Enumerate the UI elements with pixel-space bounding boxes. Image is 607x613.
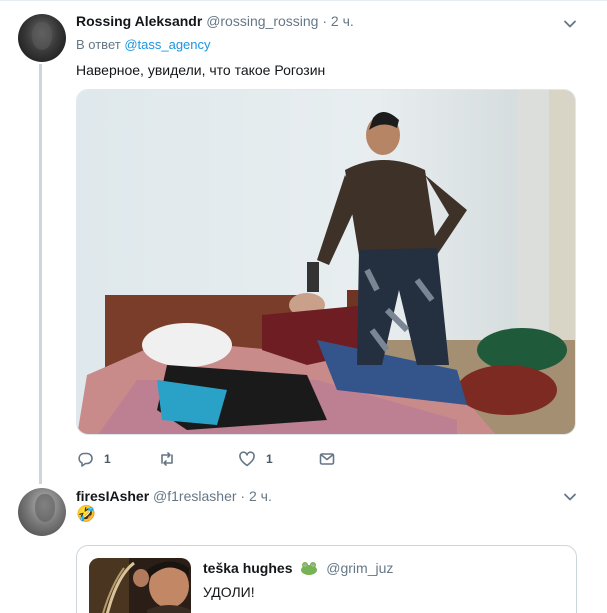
reply-icon bbox=[78, 452, 93, 467]
tweet-timestamp[interactable]: 2 ч. bbox=[249, 488, 272, 504]
chevron-down-icon[interactable] bbox=[563, 490, 577, 504]
thread-connector-line bbox=[39, 64, 42, 484]
reply-context: В ответ @tass_agency bbox=[76, 36, 211, 54]
tweet-actions: 1 1 bbox=[76, 449, 496, 469]
tweet-text: Наверное, увидели, что такое Рогозин bbox=[76, 62, 326, 78]
avatar-rossing[interactable] bbox=[18, 14, 66, 62]
quoted-tweet-text: УДОЛИ! bbox=[203, 584, 255, 600]
chevron-down-icon[interactable] bbox=[563, 17, 577, 31]
author-handle[interactable]: @rossing_rossing bbox=[206, 13, 318, 29]
envelope-icon bbox=[319, 453, 335, 465]
quoted-tweet-thumbnail bbox=[89, 558, 191, 613]
tweet-thread: Rossing Aleksandr @rossing_rossing · 2 ч… bbox=[0, 0, 607, 613]
frog-emoji-icon bbox=[301, 562, 318, 575]
direct-message-button[interactable] bbox=[318, 449, 336, 469]
reply-mention-link[interactable]: @tass_agency bbox=[124, 37, 210, 52]
separator-dot: · bbox=[322, 13, 328, 29]
reply-count: 1 bbox=[104, 452, 111, 466]
retweet-icon bbox=[161, 452, 173, 466]
like-button[interactable]: 1 bbox=[238, 449, 273, 469]
avatar-face bbox=[32, 22, 52, 50]
author-name[interactable]: Rossing Aleksandr bbox=[76, 13, 202, 29]
tweet-header: Rossing Aleksandr @rossing_rossing · 2 ч… bbox=[76, 11, 354, 31]
tweet-header: firesIAsher @f1reslasher · 2 ч. bbox=[76, 486, 272, 506]
quoted-tweet-header: teška hughes @grim_juz bbox=[203, 558, 393, 578]
photo-image bbox=[77, 90, 575, 434]
tweet-timestamp[interactable]: 2 ч. bbox=[331, 13, 354, 29]
quoted-author-handle[interactable]: @grim_juz bbox=[326, 560, 393, 576]
quoted-tweet[interactable]: teška hughes @grim_juz УДОЛИ! bbox=[76, 545, 577, 613]
tweet-text: 🤣 bbox=[76, 504, 96, 523]
separator-dot: · bbox=[240, 488, 246, 504]
like-count: 1 bbox=[266, 452, 273, 466]
divider bbox=[0, 0, 607, 1]
avatar-face bbox=[35, 494, 55, 522]
retweet-button[interactable] bbox=[158, 449, 186, 469]
author-handle[interactable]: @f1reslasher bbox=[153, 488, 236, 504]
reply-button[interactable]: 1 bbox=[76, 449, 111, 469]
avatar-firesiasher[interactable] bbox=[18, 488, 66, 536]
author-name[interactable]: firesIAsher bbox=[76, 488, 149, 504]
quoted-author-name[interactable]: teška hughes bbox=[203, 560, 292, 576]
heart-icon bbox=[239, 451, 255, 467]
reply-prefix: В ответ bbox=[76, 37, 121, 52]
thumbnail-image bbox=[89, 558, 191, 613]
tweet-photo[interactable] bbox=[76, 89, 576, 435]
